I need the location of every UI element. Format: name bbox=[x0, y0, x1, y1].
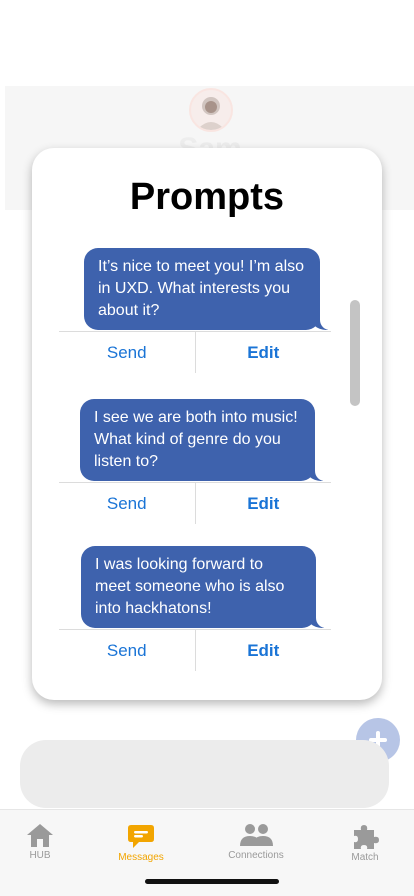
send-button[interactable]: Send bbox=[59, 483, 195, 524]
tab-label: Match bbox=[351, 852, 379, 863]
prompt-text: I see we are both into music! What kind … bbox=[94, 409, 298, 470]
person-avatar-icon bbox=[197, 97, 225, 130]
scrollbar[interactable] bbox=[350, 300, 360, 406]
tab-label: HUB bbox=[29, 850, 51, 861]
tab-connections[interactable]: Connections bbox=[216, 822, 296, 861]
tab-messages[interactable]: Messages bbox=[101, 822, 181, 863]
edit-button[interactable]: Edit bbox=[194, 332, 332, 373]
prompt-text: It’s nice to meet you! I’m also in UXD. … bbox=[98, 258, 305, 319]
prompt-text: I was looking forward to meet someone wh… bbox=[95, 556, 285, 617]
prompt-bubble[interactable]: It’s nice to meet you! I’m also in UXD. … bbox=[84, 248, 334, 330]
send-button[interactable]: Send bbox=[59, 630, 195, 671]
people-icon bbox=[240, 824, 273, 846]
chat-icon bbox=[128, 825, 154, 848]
tab-match[interactable]: Match bbox=[325, 822, 405, 863]
edit-button[interactable]: Edit bbox=[194, 630, 332, 671]
prompt-actions: Send Edit bbox=[59, 482, 331, 524]
avatar bbox=[189, 88, 233, 132]
prompt-bubble[interactable]: I see we are both into music! What kind … bbox=[80, 399, 329, 481]
home-icon bbox=[27, 824, 53, 847]
message-input[interactable] bbox=[20, 740, 389, 808]
prompt-actions: Send Edit bbox=[59, 629, 331, 671]
tab-label: Messages bbox=[118, 852, 164, 863]
prompts-modal: Prompts It’s nice to meet you! I’m also … bbox=[32, 148, 382, 700]
send-button[interactable]: Send bbox=[59, 332, 195, 373]
edit-button[interactable]: Edit bbox=[194, 483, 332, 524]
prompt-actions: Send Edit bbox=[59, 331, 331, 373]
tab-label: Connections bbox=[228, 850, 284, 861]
puzzle-icon bbox=[354, 825, 379, 849]
tab-hub[interactable]: HUB bbox=[0, 822, 80, 861]
home-indicator bbox=[145, 879, 279, 884]
prompt-bubble[interactable]: I was looking forward to meet someone wh… bbox=[81, 546, 330, 628]
modal-title: Prompts bbox=[129, 176, 285, 218]
